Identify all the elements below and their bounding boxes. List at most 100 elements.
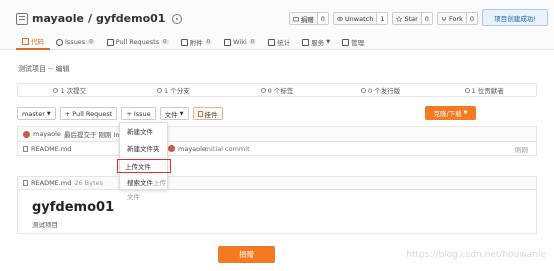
repo-title: mayaole / gyfdemo01 xyxy=(16,12,183,25)
stat-label: 0 个标签 xyxy=(267,87,294,95)
release-icon xyxy=(360,87,366,93)
settings-icon xyxy=(342,38,350,46)
menu-item-new-file[interactable]: 新建文件 xyxy=(120,125,167,139)
branch-select[interactable]: master ▼ xyxy=(17,107,56,120)
file-commit-time: 刚刚 xyxy=(515,145,528,154)
tab-code[interactable]: 代码 xyxy=(16,34,50,50)
chevron-down-icon: ▼ xyxy=(463,110,468,116)
readme-header: README.md 26 Bytes xyxy=(17,176,537,190)
issues-icon xyxy=(56,38,63,46)
stat-label: 1 次提交 xyxy=(60,87,87,95)
tab-badge: 0 xyxy=(87,39,95,45)
donate-action[interactable]: 捐赠 0 xyxy=(288,12,329,25)
stat-tags[interactable]: 0 个标签 xyxy=(225,84,329,96)
chevron-down-icon: ▼ xyxy=(46,110,51,117)
menu-item-upload-file[interactable]: 上传文件 xyxy=(117,159,171,173)
avatar xyxy=(23,130,30,138)
repo-owner-link[interactable]: mayaole xyxy=(32,12,84,25)
tag-icon xyxy=(260,87,266,93)
tab-label: Issues xyxy=(65,38,86,46)
stat-label: 1 个分支 xyxy=(164,87,190,95)
stat-label: 1 位贡献者 xyxy=(471,87,504,95)
star-count[interactable]: 0 xyxy=(420,13,432,24)
last-commit-row: mayaole 最后提交于 刚刚 Initi xyxy=(17,126,537,141)
readme-paragraph: 测试项目 xyxy=(32,221,58,229)
file-row[interactable]: README.md mayaole Initial commit 刚刚 xyxy=(17,141,537,156)
success-toast: 项目创建成功! xyxy=(482,9,548,26)
tab-issues[interactable]: Issues 0 xyxy=(50,34,101,50)
tab-pull-requests[interactable]: Pull Requests 0 xyxy=(101,34,175,50)
fork-action[interactable]: Fork 0 xyxy=(436,12,478,25)
readme-body: gyfdemo01 测试项目 xyxy=(17,190,537,234)
stat-branches[interactable]: 1 个分支 xyxy=(122,84,226,96)
wiki-icon xyxy=(224,38,232,46)
tab-stats[interactable]: 统计 xyxy=(262,34,296,50)
file-author[interactable]: mayaole xyxy=(178,145,206,153)
commit-author[interactable]: mayaole xyxy=(33,130,61,138)
menu-item-search-file[interactable]: 搜索文件上传文件 xyxy=(120,176,167,201)
readme-heading: gyfdemo01 xyxy=(32,200,115,215)
clone-download-button[interactable]: 克隆/下载 ▼ xyxy=(425,106,476,120)
new-issue-button[interactable]: + Issue xyxy=(121,107,156,120)
tab-label: 统计 xyxy=(277,39,291,47)
file-menu-button[interactable]: 文件 ▼ xyxy=(159,107,189,120)
book-icon xyxy=(23,180,28,186)
file-name[interactable]: README.md xyxy=(31,145,71,153)
repo-stats-bar: 1 次提交 1 个分支 0 个标签 0 个发行版 1 位贡献者 xyxy=(17,83,537,97)
new-pull-request-button[interactable]: + Pull Request xyxy=(59,107,118,120)
stat-label: 0 个发行版 xyxy=(367,87,401,95)
commit-text: 最后提交于 刚刚 Initi xyxy=(63,131,126,139)
tab-attachments[interactable]: 附件 0 xyxy=(175,34,219,50)
fork-count[interactable]: 0 xyxy=(465,13,477,24)
eye-icon xyxy=(336,16,343,21)
mount-button[interactable]: 挂件 xyxy=(192,107,223,120)
star-action[interactable]: Star 0 xyxy=(392,12,433,25)
file-menu-label: 文件 xyxy=(164,110,178,119)
donate-count[interactable]: 0 xyxy=(316,13,328,24)
repo-icon xyxy=(16,12,28,25)
stat-releases[interactable]: 0 个发行版 xyxy=(329,84,433,96)
attachment-icon xyxy=(180,38,188,46)
pull-request-icon xyxy=(106,38,114,46)
file-icon xyxy=(23,145,28,152)
tab-service[interactable]: 服务 ▼ xyxy=(296,34,336,50)
stat-contributors[interactable]: 1 位贡献者 xyxy=(432,84,536,96)
unwatch-action-label: Unwatch xyxy=(344,14,374,23)
code-icon xyxy=(22,37,29,45)
donate-button[interactable]: 捐赠 xyxy=(218,246,275,263)
fork-action-label: Fork xyxy=(448,14,463,23)
bookmark-icon xyxy=(197,110,203,117)
chevron-down-icon: ▼ xyxy=(179,110,184,117)
tab-wiki[interactable]: Wiki 0 xyxy=(218,34,262,50)
unwatch-action[interactable]: Unwatch 1 xyxy=(332,12,389,25)
watermark: https://blog.csdn.net/houwanle xyxy=(406,250,546,260)
stats-icon xyxy=(268,38,276,46)
service-icon xyxy=(302,38,310,46)
repo-separator: / xyxy=(87,12,92,25)
tab-label: 附件 xyxy=(189,39,203,47)
emblem-icon xyxy=(172,13,183,24)
repo-description: 测试项目 -- 编辑 xyxy=(18,65,70,73)
star-icon xyxy=(396,15,403,22)
mount-label: 挂件 xyxy=(204,110,218,119)
tab-label: Wiki xyxy=(233,38,247,46)
branch-icon xyxy=(157,87,163,93)
repo-actions: 捐赠 0 Unwatch 1 Star 0 Fork 0 xyxy=(288,12,478,25)
contributor-icon xyxy=(464,87,470,93)
tab-label: 代码 xyxy=(31,38,44,46)
menu-item-new-folder[interactable]: 新建文件夹 xyxy=(120,142,167,156)
unwatch-count[interactable]: 1 xyxy=(376,13,388,24)
stat-commits[interactable]: 1 次提交 xyxy=(18,84,122,96)
donate-action-label: 捐赠 xyxy=(300,15,314,24)
donate-icon xyxy=(292,16,299,21)
tab-badge: 0 xyxy=(161,39,169,45)
repo-toolbar: master ▼ + Pull Request + Issue 文件 ▼ 挂件 xyxy=(17,107,223,120)
menu-item-label: 搜索文件 xyxy=(127,179,153,187)
repo-tabs: 代码 Issues 0 Pull Requests 0 附件 0 Wiki 0 统计 服… xyxy=(16,34,370,50)
file-commit-message[interactable]: Initial commit xyxy=(205,145,250,153)
tab-settings[interactable]: 管理 xyxy=(336,34,370,50)
tab-label: 管理 xyxy=(351,39,365,47)
commit-icon xyxy=(53,87,59,93)
tab-label: 服务 xyxy=(311,39,325,47)
repo-name-link[interactable]: gyfdemo01 xyxy=(96,12,166,25)
